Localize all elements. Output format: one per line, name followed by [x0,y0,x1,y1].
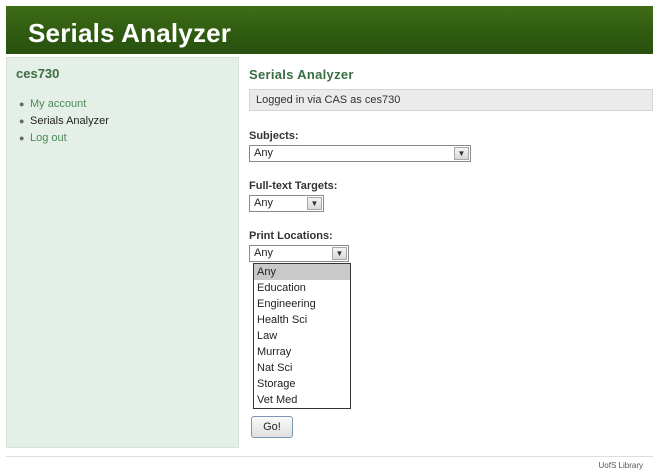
dropdown-option-engineering[interactable]: Engineering [254,296,350,312]
print-locations-label: Print Locations: [249,230,333,242]
bullet-icon: ● [19,116,25,126]
sidebar-item-label[interactable]: Serials Analyzer [30,115,109,127]
dropdown-option-nat-sci[interactable]: Nat Sci [254,360,350,376]
dropdown-option-storage[interactable]: Storage [254,376,350,392]
page-title: Serials Analyzer [249,67,354,82]
sidebar-item-my-account[interactable]: ● My account [19,96,109,113]
subjects-select[interactable]: Any ▼ [249,145,471,162]
fulltext-targets-select-value: Any [254,197,273,209]
sidebar-item-label[interactable]: My account [30,98,86,110]
fulltext-targets-label: Full-text Targets: [249,180,338,192]
sidebar-username: ces730 [16,66,60,81]
footer-divider [6,456,653,457]
bullet-icon: ● [19,99,25,109]
dropdown-option-vet-med[interactable]: Vet Med [254,392,350,408]
dropdown-option-murray[interactable]: Murray [254,344,350,360]
site-title: Serials Analyzer [28,18,232,48]
dropdown-option-education[interactable]: Education [254,280,350,296]
print-locations-select[interactable]: Any ▼ [249,245,349,262]
print-locations-dropdown[interactable]: Any Education Engineering Health Sci Law… [253,263,351,409]
sidebar-nav: ● My account ● Serials Analyzer ● Log out [19,96,109,147]
dropdown-option-health-sci[interactable]: Health Sci [254,312,350,328]
login-status-bar: Logged in via CAS as ces730 [249,89,653,111]
chevron-down-icon[interactable]: ▼ [332,247,347,260]
dropdown-option-any[interactable]: Any [254,264,350,280]
footer-library-link[interactable]: UofS Library [599,461,643,470]
dropdown-option-law[interactable]: Law [254,328,350,344]
subjects-label: Subjects: [249,130,299,142]
sidebar-item-label[interactable]: Log out [30,132,67,144]
chevron-down-icon[interactable]: ▼ [307,197,322,210]
sidebar-item-serials-analyzer[interactable]: ● Serials Analyzer [19,113,109,130]
fulltext-targets-select[interactable]: Any ▼ [249,195,324,212]
sidebar: ces730 ● My account ● Serials Analyzer ● Lo… [6,57,239,448]
subjects-select-value: Any [254,147,273,159]
go-button[interactable]: Go! [251,416,293,438]
login-status-text: Logged in via CAS as ces730 [256,94,401,106]
chevron-down-icon[interactable]: ▼ [454,147,469,160]
print-locations-select-value: Any [254,247,273,259]
site-header: Serials Analyzer [6,6,653,54]
sidebar-item-log-out[interactable]: ● Log out [19,130,109,147]
bullet-icon: ● [19,133,25,143]
